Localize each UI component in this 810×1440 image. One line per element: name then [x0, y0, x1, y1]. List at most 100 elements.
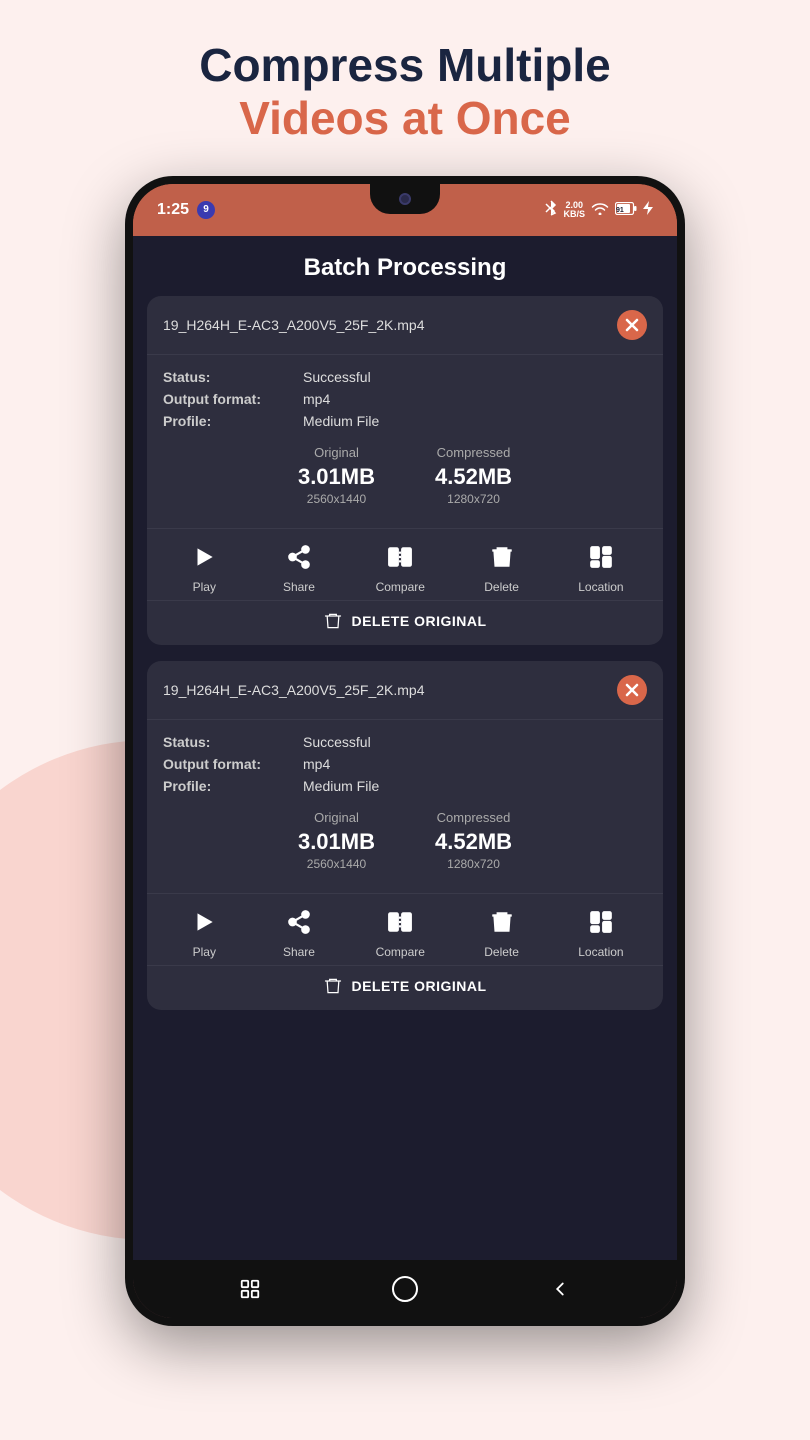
compare-icon-1 — [382, 539, 418, 575]
status-bar: 1:25 9 — [133, 184, 677, 236]
status-left: 1:25 9 — [157, 201, 215, 219]
delete-original-button-1[interactable]: DELETE ORIGINAL — [147, 600, 663, 645]
compare-button-2[interactable]: Compare — [376, 904, 425, 959]
card-header-1: 19_H264H_E-AC3_A200V5_25F_2K.mp4 — [147, 296, 663, 355]
play-button-2[interactable]: Play — [186, 904, 222, 959]
card-actions-1: Play Share Compare Delete Location — [147, 528, 663, 600]
share-icon-2 — [281, 904, 317, 940]
original-size-col-1: Original 3.01MB 2560x1440 — [298, 445, 375, 506]
video-cards-list: 19_H264H_E-AC3_A200V5_25F_2K.mp4 Status:… — [133, 296, 677, 1260]
format-label-1: Output format: — [163, 391, 303, 407]
profile-value-1: Medium File — [303, 413, 379, 429]
location-label-2: Location — [578, 945, 623, 959]
share-button-2[interactable]: Share — [281, 904, 317, 959]
original-label-1: Original — [298, 445, 375, 460]
format-row-2: Output format: mp4 — [163, 756, 647, 772]
delete-button-2[interactable]: Delete — [484, 904, 520, 959]
status-label-2: Status: — [163, 734, 303, 750]
card-actions-2: Play Share Compare Delete Location — [147, 893, 663, 965]
bluetooth-icon — [545, 200, 557, 219]
size-compare-1: Original 3.01MB 2560x1440 Compressed 4.5… — [163, 435, 647, 520]
card-info-2: Status: Successful Output format: mp4 Pr… — [147, 720, 663, 893]
original-size-2: 3.01MB — [298, 829, 375, 855]
card-filename-2: 19_H264H_E-AC3_A200V5_25F_2K.mp4 — [163, 682, 609, 698]
svg-text:91: 91 — [616, 207, 624, 214]
compressed-dim-2: 1280x720 — [435, 857, 512, 871]
location-button-2[interactable]: Location — [578, 904, 623, 959]
original-dim-2: 2560x1440 — [298, 857, 375, 871]
play-icon-1 — [186, 539, 222, 575]
play-label-1: Play — [193, 580, 216, 594]
location-icon-2 — [583, 904, 619, 940]
status-time: 1:25 — [157, 201, 189, 219]
delete-original-label-2: DELETE ORIGINAL — [351, 978, 486, 994]
compare-label-2: Compare — [376, 945, 425, 959]
delete-button-1[interactable]: Delete — [484, 539, 520, 594]
battery-icon: 91 — [615, 202, 637, 218]
original-dim-1: 2560x1440 — [298, 492, 375, 506]
delete-label-2: Delete — [484, 945, 519, 959]
wifi-icon — [591, 202, 609, 218]
location-icon-1 — [583, 539, 619, 575]
compressed-dim-1: 1280x720 — [435, 492, 512, 506]
format-value-2: mp4 — [303, 756, 330, 772]
card-close-button-1[interactable] — [617, 310, 647, 340]
status-row-2: Status: Successful — [163, 734, 647, 750]
speed-unit: KB/S — [563, 210, 585, 219]
app-title: Batch Processing — [304, 254, 507, 281]
nav-recent-apps-button[interactable] — [232, 1271, 268, 1307]
compare-icon-2 — [382, 904, 418, 940]
card-close-button-2[interactable] — [617, 675, 647, 705]
video-card-1: 19_H264H_E-AC3_A200V5_25F_2K.mp4 Status:… — [147, 296, 663, 645]
delete-icon-1 — [484, 539, 520, 575]
location-label-1: Location — [578, 580, 623, 594]
compressed-size-col-1: Compressed 4.52MB 1280x720 — [435, 445, 512, 506]
play-label-2: Play — [193, 945, 216, 959]
card-info-1: Status: Successful Output format: mp4 Pr… — [147, 355, 663, 528]
profile-label-1: Profile: — [163, 413, 303, 429]
status-notification-count: 9 — [197, 201, 215, 219]
status-right: 2.00 KB/S — [545, 200, 653, 219]
phone-shell: 1:25 9 — [125, 176, 685, 1326]
nav-home-button[interactable] — [387, 1271, 423, 1307]
card-header-2: 19_H264H_E-AC3_A200V5_25F_2K.mp4 — [147, 661, 663, 720]
location-button-1[interactable]: Location — [578, 539, 623, 594]
status-label-1: Status: — [163, 369, 303, 385]
format-row-1: Output format: mp4 — [163, 391, 647, 407]
compressed-label-2: Compressed — [435, 810, 512, 825]
profile-label-2: Profile: — [163, 778, 303, 794]
compressed-size-1: 4.52MB — [435, 464, 512, 490]
profile-row-1: Profile: Medium File — [163, 413, 647, 429]
size-compare-2: Original 3.01MB 2560x1440 Compressed 4.5… — [163, 800, 647, 885]
phone-notch — [370, 184, 440, 214]
original-label-2: Original — [298, 810, 375, 825]
share-button-1[interactable]: Share — [281, 539, 317, 594]
compare-button-1[interactable]: Compare — [376, 539, 425, 594]
original-size-1: 3.01MB — [298, 464, 375, 490]
format-label-2: Output format: — [163, 756, 303, 772]
delete-icon-2 — [484, 904, 520, 940]
phone-mockup: 1:25 9 — [125, 176, 685, 1326]
compressed-label-1: Compressed — [435, 445, 512, 460]
headline-line1: Compress Multiple — [199, 40, 611, 91]
status-row-1: Status: Successful — [163, 369, 647, 385]
bottom-navigation — [133, 1260, 677, 1318]
delete-original-button-2[interactable]: DELETE ORIGINAL — [147, 965, 663, 1010]
share-label-2: Share — [283, 945, 315, 959]
headline-line2: Videos at Once — [199, 91, 611, 146]
video-card-2: 19_H264H_E-AC3_A200V5_25F_2K.mp4 Status:… — [147, 661, 663, 1010]
profile-value-2: Medium File — [303, 778, 379, 794]
data-speed-indicator: 2.00 KB/S — [563, 201, 585, 219]
share-icon-1 — [281, 539, 317, 575]
play-button-1[interactable]: Play — [186, 539, 222, 594]
status-value-1: Successful — [303, 369, 371, 385]
profile-row-2: Profile: Medium File — [163, 778, 647, 794]
compressed-size-2: 4.52MB — [435, 829, 512, 855]
delete-original-label-1: DELETE ORIGINAL — [351, 613, 486, 629]
phone-screen: 1:25 9 — [133, 184, 677, 1318]
app-title-bar: Batch Processing — [133, 236, 677, 296]
delete-label-1: Delete — [484, 580, 519, 594]
front-camera — [399, 193, 411, 205]
nav-back-button[interactable] — [542, 1271, 578, 1307]
compare-label-1: Compare — [376, 580, 425, 594]
